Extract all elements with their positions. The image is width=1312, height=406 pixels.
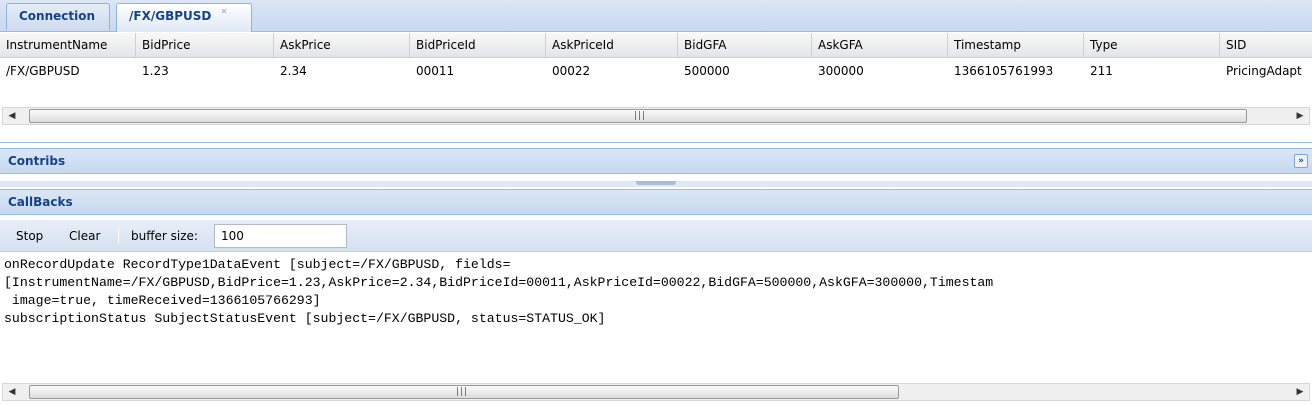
- scrollbar-thumb[interactable]: |||: [29, 109, 1247, 123]
- tab-label: Connection: [19, 9, 96, 23]
- arrow-right-icon[interactable]: ▶: [1291, 108, 1309, 124]
- column-header[interactable]: Timestamp: [948, 33, 1084, 58]
- contribs-panel-header[interactable]: Contribs »: [0, 148, 1312, 174]
- column-header[interactable]: InstrumentName: [0, 33, 136, 58]
- stop-button[interactable]: Stop: [16, 229, 43, 243]
- log-line: image=true, timeReceived=1366105766293]: [4, 293, 321, 308]
- table-cell: 1366105761993: [954, 64, 1054, 78]
- table-cell: 00011: [416, 64, 455, 78]
- log-line: subscriptionStatus SubjectStatusEvent [s…: [4, 311, 606, 326]
- callbacks-toolbar: Stop Clear buffer size:: [0, 220, 1312, 252]
- table-cell: PricingAdapt: [1226, 64, 1302, 78]
- table-cell: 211: [1090, 64, 1113, 78]
- table-cell: 1.23: [142, 64, 169, 78]
- callback-log: onRecordUpdate RecordType1DataEvent [sub…: [0, 253, 1312, 379]
- buffer-size-input[interactable]: [214, 224, 347, 248]
- column-header[interactable]: AskPriceId: [546, 33, 678, 58]
- buffer-size-label: buffer size:: [131, 229, 198, 243]
- tab-connection[interactable]: Connection: [6, 3, 110, 30]
- callbacks-panel-header[interactable]: CallBacks: [0, 189, 1312, 215]
- arrow-left-icon[interactable]: ◀: [3, 108, 21, 124]
- column-header[interactable]: BidPrice: [136, 33, 274, 58]
- table-cell: 300000: [818, 64, 864, 78]
- log-line: [InstrumentName=/FX/GBPUSD,BidPrice=1.23…: [4, 275, 994, 290]
- table-cell: 500000: [684, 64, 730, 78]
- column-header[interactable]: BidGFA: [678, 33, 812, 58]
- grip-icon: |||: [456, 387, 469, 397]
- table-cell: /FX/GBPUSD: [6, 64, 80, 78]
- tab-label: /FX/GBPUSD: [129, 9, 212, 23]
- tab-gbpusd[interactable]: /FX/GBPUSD ✕: [116, 3, 252, 32]
- table-row[interactable]: /FX/GBPUSD 1.23 2.34 00011 00022 500000 …: [0, 59, 1312, 83]
- column-header[interactable]: BidPriceId: [410, 33, 546, 58]
- close-icon[interactable]: ✕: [220, 7, 229, 16]
- column-header[interactable]: AskPrice: [274, 33, 410, 58]
- double-chevron-down-icon[interactable]: »: [1294, 154, 1308, 168]
- arrow-right-icon[interactable]: ▶: [1291, 384, 1309, 400]
- grid-horizontal-scrollbar[interactable]: ◀ ||| ▶: [2, 107, 1310, 125]
- table-cell: 2.34: [280, 64, 307, 78]
- log-line: onRecordUpdate RecordType1DataEvent [sub…: [4, 257, 511, 272]
- toolbar-separator: [118, 228, 119, 244]
- scrollbar-thumb[interactable]: |||: [29, 385, 899, 399]
- panel-title: Contribs: [8, 154, 66, 168]
- instrument-grid: InstrumentName BidPrice AskPrice BidPric…: [0, 33, 1312, 143]
- column-header[interactable]: Type: [1084, 33, 1220, 58]
- tab-bar: Connection /FX/GBPUSD ✕: [0, 0, 1312, 32]
- column-header[interactable]: SID: [1220, 33, 1312, 58]
- panel-title: CallBacks: [8, 195, 73, 209]
- column-header[interactable]: AskGFA: [812, 33, 948, 58]
- splitter-handle[interactable]: [636, 181, 676, 185]
- grid-header: InstrumentName BidPrice AskPrice BidPric…: [0, 33, 1312, 58]
- arrow-left-icon[interactable]: ◀: [3, 384, 21, 400]
- clear-button[interactable]: Clear: [69, 229, 100, 243]
- log-horizontal-scrollbar[interactable]: ◀ ||| ▶: [2, 383, 1310, 401]
- grip-icon: |||: [634, 111, 647, 121]
- table-cell: 00022: [552, 64, 591, 78]
